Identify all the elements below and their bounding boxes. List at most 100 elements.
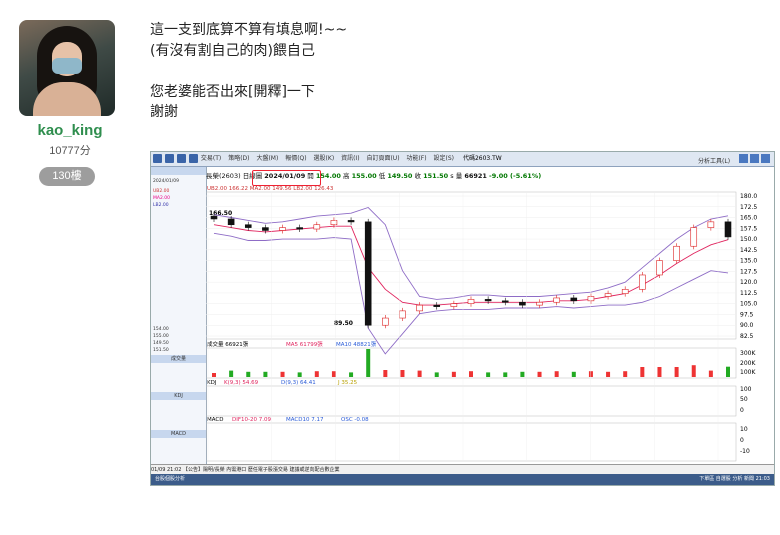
- candle-body: [519, 301, 526, 306]
- price-tick-label: 82.5: [740, 333, 754, 340]
- macd-legend-macd: MACD10 7.17: [286, 417, 324, 423]
- menu-market[interactable]: 大盤(M): [256, 155, 278, 162]
- home-icon[interactable]: [153, 154, 162, 163]
- user-info-column: kao_king 10777分 130樓: [0, 0, 140, 535]
- volume-bar: [212, 373, 216, 377]
- candle-body: [553, 297, 560, 303]
- post-line: 您老婆能否出來[開釋]一下: [150, 83, 315, 100]
- subpanel-tick-label: 200K: [740, 360, 756, 367]
- side-low: 149.50: [153, 341, 169, 346]
- menu-custom[interactable]: 自訂頁面(U): [366, 155, 399, 162]
- side-open: 154.00: [153, 327, 169, 332]
- price-change: -9.00 (-5.61%): [489, 172, 542, 180]
- menu-settings[interactable]: 設定(S): [434, 155, 455, 162]
- candle-body: [399, 310, 406, 319]
- floor-badge[interactable]: 130樓: [39, 167, 95, 186]
- stock-chart-screenshot[interactable]: 交易(T) 策略(D) 大盤(M) 報價(Q) 選股(K) 資訊(I) 自訂頁面…: [150, 151, 775, 486]
- candle-body: [673, 245, 680, 261]
- candle-body: [347, 220, 355, 223]
- back-icon[interactable]: [165, 154, 174, 163]
- volume-bar: [623, 371, 628, 377]
- volume-bar: [451, 371, 456, 377]
- post-line: [150, 61, 347, 82]
- volume-bar: [280, 371, 285, 377]
- avatar[interactable]: [19, 20, 115, 116]
- volume-bar: [469, 371, 473, 377]
- menu-trade[interactable]: 交易(T): [201, 155, 221, 162]
- forward-icon[interactable]: [177, 154, 186, 163]
- analysis-tools-menu[interactable]: 分析工具(L): [698, 158, 730, 165]
- kdj-legend-j: J 35.25: [337, 380, 358, 386]
- price-tick-label: 142.5: [740, 247, 757, 254]
- candle-body: [604, 293, 612, 297]
- subpanel-tick-label: 300K: [740, 350, 756, 357]
- candle-body: [313, 224, 321, 230]
- app-menubar: 交易(T) 策略(D) 大盤(M) 報價(Q) 選股(K) 資訊(I) 自訂頁面…: [151, 152, 774, 167]
- candle-body: [707, 221, 715, 228]
- close-price: 151.50: [423, 172, 449, 180]
- subpanel-tick-label: 10: [740, 426, 748, 433]
- user-points: 10777分: [49, 145, 91, 157]
- volume-bar: [708, 370, 713, 377]
- candle-body: [382, 317, 389, 326]
- macd-legend-osc: OSC -0.08: [341, 417, 369, 423]
- minimize-icon[interactable]: [739, 154, 748, 163]
- candle-body: [244, 224, 252, 228]
- menu-info[interactable]: 資訊(I): [341, 155, 359, 162]
- indicator-side-panel: 2024/01/09 UB2.00 MA2.00 LB2.00 154.00 1…: [151, 167, 207, 477]
- price-tick-label: 165.0: [740, 215, 757, 222]
- volume-bar: [691, 365, 696, 377]
- volume-bar: [383, 370, 388, 377]
- subpanel-tick-label: 0: [740, 437, 744, 444]
- panel-header: [151, 167, 206, 175]
- menu-quote[interactable]: 報價(Q): [285, 155, 306, 162]
- side-close: 151.50: [153, 348, 169, 353]
- volume-bar: [314, 371, 319, 377]
- price-tick-label: 157.5: [740, 225, 757, 232]
- candle-body: [330, 220, 338, 226]
- candle-body: [690, 227, 698, 247]
- subpanel-tick-label: -10: [740, 448, 750, 455]
- candle-body: [570, 297, 578, 302]
- menu-screen[interactable]: 選股(K): [314, 155, 335, 162]
- volume-bar: [246, 371, 251, 377]
- price-tick-label: 105.0: [740, 301, 757, 308]
- volume-bar: [229, 370, 234, 377]
- side-macd-header: MACD: [151, 430, 206, 438]
- stock-name: 長榮(2603): [206, 172, 241, 180]
- username-link[interactable]: kao_king: [0, 122, 140, 139]
- layout-icon[interactable]: [189, 154, 198, 163]
- candle-body: [364, 221, 372, 326]
- candle-body: [227, 218, 235, 226]
- volume-bar: [571, 371, 576, 377]
- candle-body: [724, 221, 732, 238]
- price-tick-label: 112.5: [740, 290, 757, 297]
- taskbar-left-label[interactable]: 台股個股分析: [155, 476, 185, 482]
- stock-code-field[interactable]: 代碼2603.TW: [463, 155, 502, 162]
- price-tick-label: 172.5: [740, 204, 757, 211]
- volume-bar: [520, 371, 525, 377]
- candle-body: [210, 215, 218, 220]
- menu-strategy[interactable]: 策略(D): [228, 155, 249, 162]
- close-icon[interactable]: [761, 154, 770, 163]
- price-tick-label: 135.0: [740, 258, 757, 265]
- macd-legend-title: MACD: [207, 417, 224, 423]
- side-kdj-header: KDJ: [151, 392, 206, 400]
- candle-body: [433, 304, 441, 307]
- post-body: 這一支到底算不算有填息啊!~~ (有沒有割自己的肉)餵自己 您老婆能否出來[開釋…: [150, 20, 347, 123]
- subpanel-tick-label: 100K: [740, 369, 756, 376]
- volume-bar: [263, 371, 268, 377]
- volume-bar: [366, 349, 371, 377]
- menu-function[interactable]: 功能(F): [406, 155, 426, 162]
- candle-body: [536, 301, 543, 306]
- post-line: 謝謝: [150, 104, 178, 120]
- volume-value: 66921: [464, 172, 487, 180]
- candle-body: [621, 289, 629, 294]
- candle-body: [639, 274, 646, 290]
- candle-body: [656, 260, 663, 276]
- price-chart[interactable]: UB2.00 166.22 MA2.00 149.56 LB2.00 126.4…: [206, 184, 774, 477]
- taskbar: 台股個股分析 下單區 自選股 分析 新聞 21:03: [151, 474, 774, 485]
- volume-bar: [674, 367, 679, 377]
- price-tick-label: 120.0: [740, 279, 757, 286]
- maximize-icon[interactable]: [750, 154, 759, 163]
